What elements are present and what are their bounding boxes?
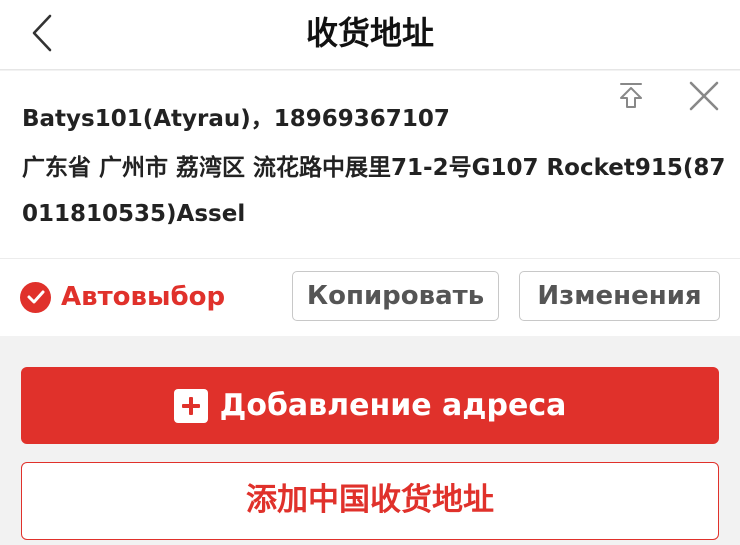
delete-address-button[interactable] — [686, 79, 722, 113]
card-divider — [0, 258, 740, 259]
edit-button[interactable]: Изменения — [519, 271, 720, 321]
close-icon — [689, 81, 719, 111]
add-china-address-button[interactable]: 添加中国收货地址 — [21, 462, 719, 540]
pin-to-top-button[interactable] — [614, 81, 648, 111]
address-text: 广东省 广州市 荔湾区 流花路中展里71-2号G107 Rocket915(87… — [22, 155, 726, 227]
address-card[interactable]: Batys101(Atyrau)，18969367107 广东省 广州市 荔湾区… — [0, 71, 740, 336]
add-address-button[interactable]: Добавление адреса — [21, 367, 719, 444]
plus-icon — [173, 388, 208, 423]
checkmark-circle-icon — [20, 281, 51, 313]
auto-select-label: Автовыбор — [61, 282, 226, 312]
contact-info: Batys101(Atyrau)，18969367107 — [22, 106, 450, 132]
pin-to-top-icon — [620, 83, 642, 108]
auto-select-toggle[interactable]: Автовыбор — [20, 279, 225, 315]
copy-button[interactable]: Копировать — [292, 271, 499, 321]
page-title: 收货地址 — [305, 14, 434, 52]
header-bar: 收货地址 — [0, 0, 740, 70]
add-address-label: Добавление адреса — [219, 388, 567, 423]
